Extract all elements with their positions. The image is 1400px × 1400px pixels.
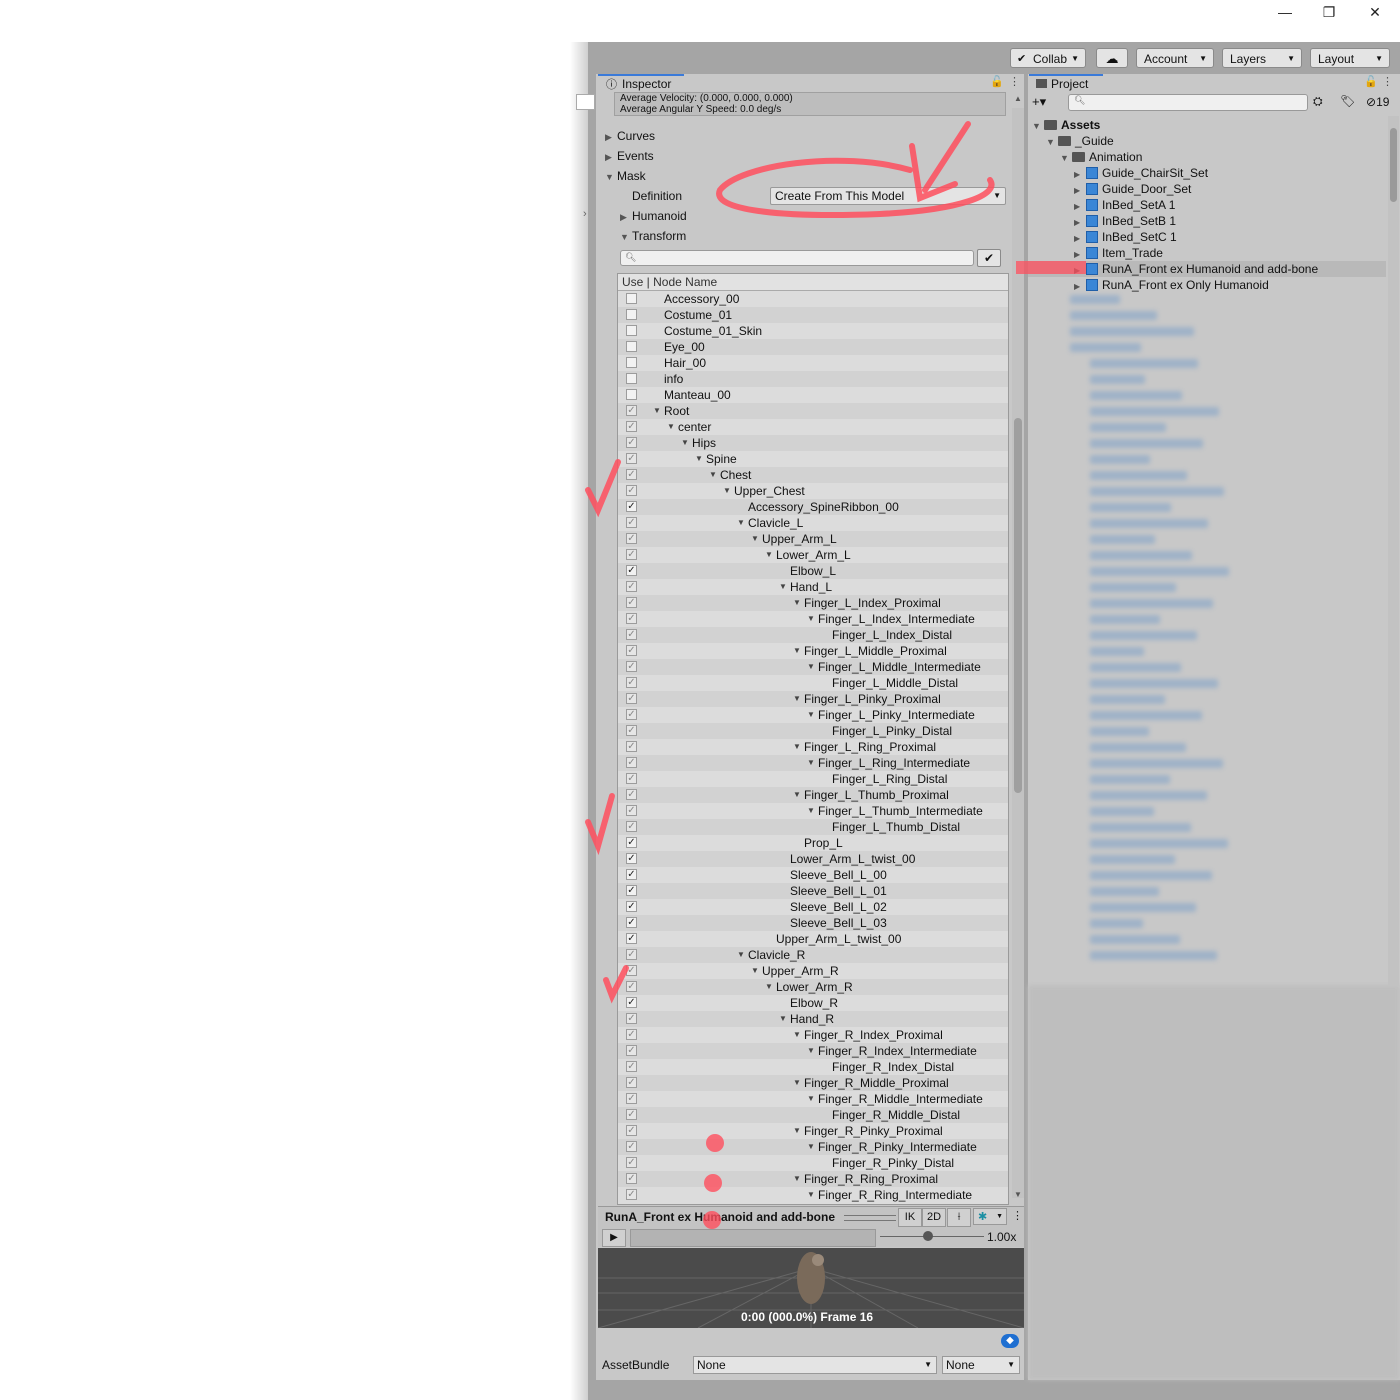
red-annotations — [585, 121, 1086, 1229]
annotation-check — [603, 965, 629, 1004]
annotation-arrow — [909, 121, 971, 203]
annotation-highlight — [1016, 261, 1086, 274]
annotation-check — [585, 459, 621, 518]
annotation-check — [585, 793, 615, 856]
